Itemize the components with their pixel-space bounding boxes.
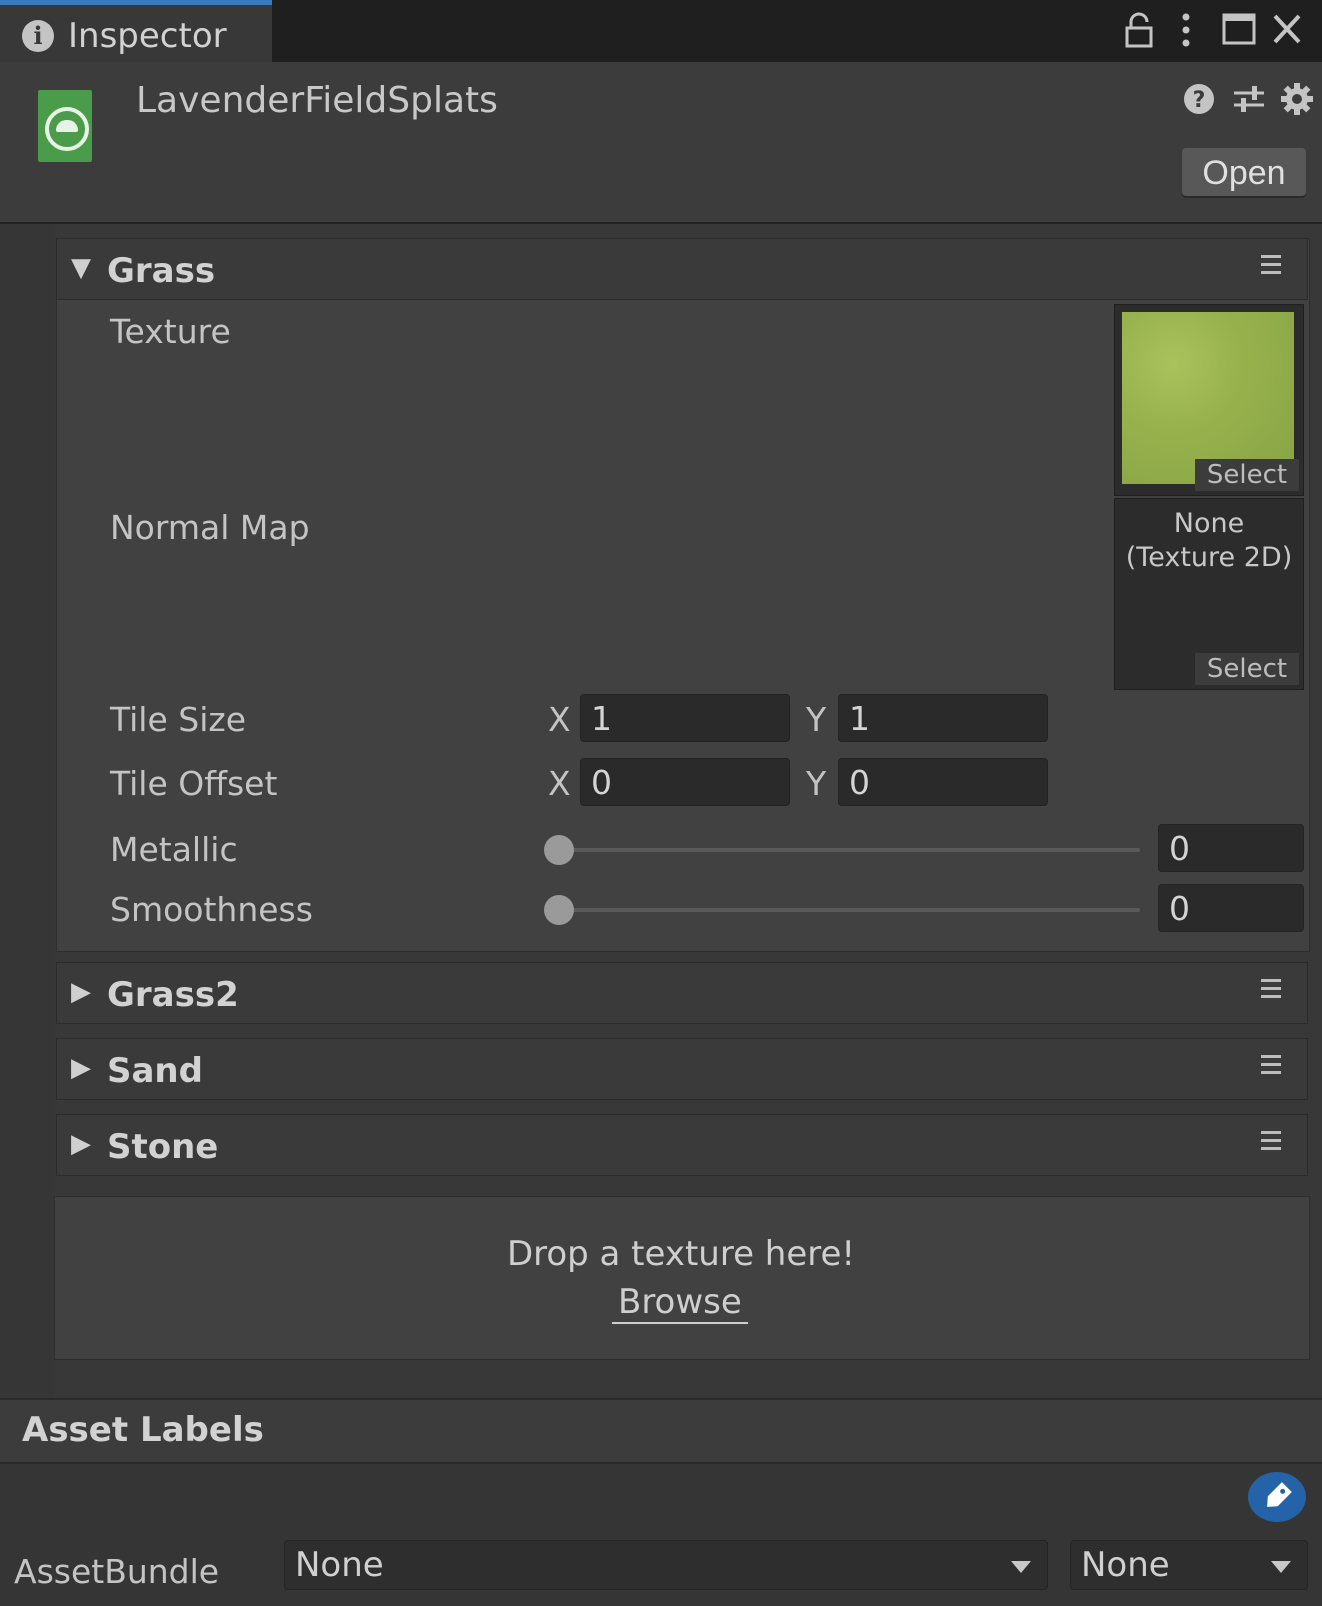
metallic-input[interactable] (1158, 824, 1304, 872)
smoothness-slider-handle[interactable] (544, 895, 574, 925)
chevron-right-icon[interactable]: ▶ (71, 977, 91, 1007)
layer-header-grass[interactable]: ▼ Grass (56, 238, 1308, 300)
chevron-down-icon (1011, 1561, 1031, 1573)
normal-map-slot[interactable]: None (Texture 2D) Select (1114, 498, 1304, 690)
chevron-right-icon[interactable]: ▶ (71, 1053, 91, 1083)
maximize-icon[interactable] (1222, 12, 1256, 46)
drop-zone-text: Drop a texture here! (506, 1234, 856, 1274)
more-icon[interactable] (1180, 12, 1192, 48)
tile-size-y-label: Y (806, 700, 827, 739)
smoothness-slider-track[interactable] (560, 908, 1140, 912)
layer-header-sand[interactable]: ▶ Sand (56, 1038, 1308, 1100)
layer-name: Stone (107, 1127, 219, 1167)
tile-size-x-input[interactable] (580, 694, 790, 742)
texture-label: Texture (110, 312, 231, 351)
texture-select-button[interactable]: Select (1195, 459, 1299, 491)
metallic-label: Metallic (110, 830, 238, 869)
left-gutter (0, 224, 54, 1404)
menu-icon[interactable] (1261, 979, 1281, 1003)
metallic-slider-handle[interactable] (544, 835, 574, 865)
svg-text:?: ? (1193, 88, 1206, 113)
layer-name: Grass2 (107, 975, 239, 1015)
normal-map-value-line2: (Texture 2D) (1125, 542, 1293, 573)
assetbundle-dropdown[interactable]: None (284, 1540, 1048, 1590)
asset-labels-title: Asset Labels (22, 1410, 264, 1450)
settings-icon[interactable] (1280, 82, 1316, 118)
normal-map-label: Normal Map (110, 508, 310, 547)
tile-offset-x-label: X (548, 764, 571, 803)
open-button[interactable]: Open (1182, 148, 1306, 196)
tile-offset-y-input[interactable] (838, 758, 1048, 806)
info-icon: i (22, 20, 54, 52)
layer-header-grass2[interactable]: ▶ Grass2 (56, 962, 1308, 1024)
assetbundle-label: AssetBundle (14, 1552, 220, 1591)
tab-title: Inspector (68, 16, 227, 56)
chevron-down-icon (1271, 1561, 1291, 1573)
texture-drop-zone[interactable] (54, 1196, 1310, 1360)
asset-name: LavenderFieldSplats (136, 80, 498, 121)
texture-slot[interactable]: Select (1114, 304, 1304, 496)
smoothness-label: Smoothness (110, 890, 313, 929)
menu-icon[interactable] (1261, 1055, 1281, 1079)
help-icon[interactable]: ? (1182, 82, 1218, 118)
assetbundle-value: None (295, 1545, 384, 1585)
browse-link[interactable]: Browse (612, 1282, 748, 1324)
preset-icon[interactable] (1232, 82, 1268, 118)
metallic-slider-track[interactable] (560, 848, 1140, 852)
assetbundle-variant-dropdown[interactable]: None (1070, 1540, 1308, 1590)
menu-icon[interactable] (1261, 255, 1281, 279)
layer-header-stone[interactable]: ▶ Stone (56, 1114, 1308, 1176)
normal-map-value-line1: None (1173, 508, 1245, 539)
normal-map-select-button[interactable]: Select (1195, 653, 1299, 685)
layer-name: Grass (107, 251, 216, 291)
variant-value: None (1081, 1545, 1170, 1585)
layer-name: Sand (107, 1051, 203, 1091)
tile-size-y-input[interactable] (838, 694, 1048, 742)
close-icon[interactable] (1272, 12, 1302, 46)
lock-icon[interactable] (1124, 12, 1154, 48)
terrain-layer-icon (38, 90, 92, 162)
chevron-down-icon[interactable]: ▼ (71, 253, 91, 283)
tile-size-x-label: X (548, 700, 571, 739)
tile-offset-y-label: Y (806, 764, 827, 803)
tile-size-label: Tile Size (110, 700, 247, 739)
smoothness-input[interactable] (1158, 884, 1304, 932)
tag-icon[interactable] (1248, 1472, 1306, 1522)
tab-active-indicator (0, 0, 272, 5)
menu-icon[interactable] (1261, 1131, 1281, 1155)
tile-offset-label: Tile Offset (110, 764, 278, 803)
tile-offset-x-input[interactable] (580, 758, 790, 806)
chevron-right-icon[interactable]: ▶ (71, 1129, 91, 1159)
